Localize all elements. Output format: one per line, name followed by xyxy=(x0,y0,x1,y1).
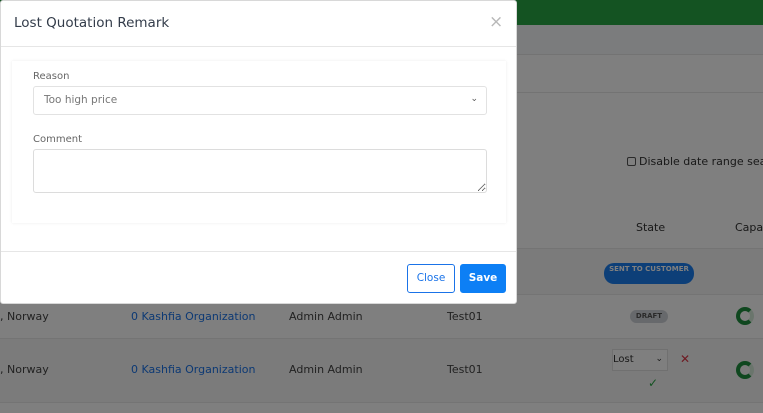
modal-title: Lost Quotation Remark xyxy=(14,15,170,31)
comment-label: Comment xyxy=(33,134,82,145)
reason-label: Reason xyxy=(33,71,70,82)
comment-textarea[interactable] xyxy=(33,149,487,193)
modal-footer-divider xyxy=(1,251,516,252)
modal-header: Lost Quotation Remark × xyxy=(1,1,516,47)
reason-select-value: Too high price xyxy=(44,94,118,106)
lost-quotation-modal: Lost Quotation Remark × Reason Too high … xyxy=(0,0,517,304)
reason-select[interactable]: Too high price ⌄ xyxy=(33,86,487,115)
save-button[interactable]: Save xyxy=(460,264,506,293)
close-button[interactable]: Close xyxy=(407,264,455,293)
chevron-down-icon: ⌄ xyxy=(470,94,478,104)
close-icon[interactable]: × xyxy=(489,14,503,31)
